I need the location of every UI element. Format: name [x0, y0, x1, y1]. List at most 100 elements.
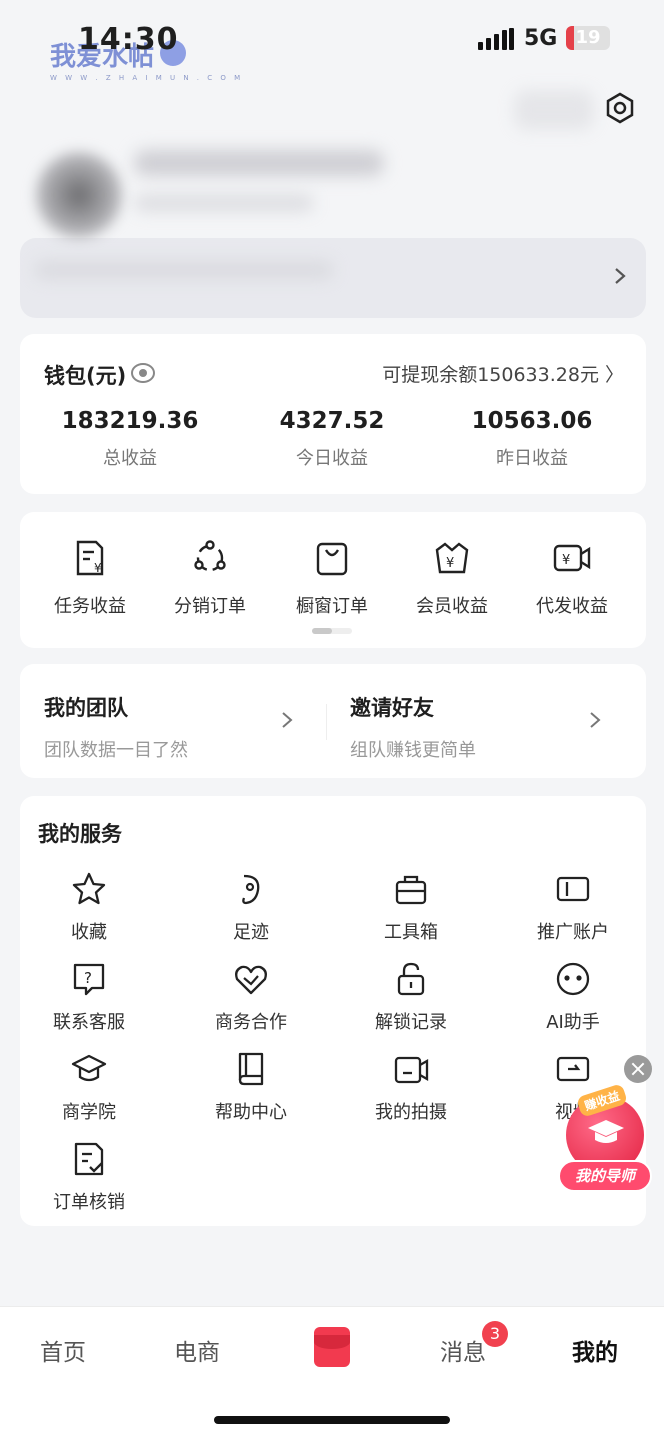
- avatar[interactable]: [34, 150, 124, 240]
- member-income-icon: ¥: [435, 542, 469, 574]
- shortcut-distribution[interactable]: 分销订单: [150, 538, 270, 618]
- service-ai-assistant[interactable]: AI助手: [498, 960, 648, 1034]
- service-unlock-records[interactable]: 解锁记录: [336, 960, 486, 1034]
- message-badge: 3: [482, 1321, 508, 1347]
- handshake-icon: [235, 965, 267, 995]
- service-label: 商务合作: [215, 1012, 287, 1033]
- service-label: 我的拍摄: [375, 1102, 447, 1123]
- team-card: 我的团队 团队数据一目了然 邀请好友 组队赚钱更简单: [20, 664, 646, 778]
- graduation-cap-icon: [71, 1054, 107, 1082]
- stat-yesterday-income[interactable]: 10563.06 昨日收益: [432, 408, 632, 470]
- star-icon: [72, 872, 106, 905]
- service-label: 工具箱: [384, 922, 438, 943]
- shortcut-label: 分销订单: [174, 596, 246, 617]
- service-toolbox[interactable]: 工具箱: [336, 870, 486, 944]
- invite-title: 邀请好友: [350, 696, 434, 720]
- service-footprint[interactable]: 足迹: [176, 870, 326, 944]
- battery-icon: 19: [566, 26, 610, 50]
- stat-label: 今日收益: [296, 448, 368, 469]
- stat-label: 总收益: [103, 448, 157, 469]
- ai-assistant-icon: [556, 962, 590, 996]
- invite-friends-entry[interactable]: 邀请好友 组队赚钱更简单: [350, 692, 476, 762]
- tab-me[interactable]: 我的: [572, 1333, 618, 1367]
- service-label: 帮助中心: [215, 1102, 287, 1123]
- home-indicator: [214, 1416, 450, 1424]
- promo-account-icon: [556, 876, 590, 902]
- stat-value: 4327.52: [279, 408, 385, 434]
- service-label: 足迹: [233, 922, 269, 943]
- service-help-center[interactable]: 帮助中心: [176, 1050, 326, 1124]
- stat-label: 昨日收益: [496, 448, 568, 469]
- profile-header[interactable]: [14, 70, 614, 310]
- chevron-right-icon[interactable]: [280, 710, 294, 730]
- red-envelope-icon[interactable]: [314, 1327, 350, 1367]
- shortcut-task-income[interactable]: ¥ 任务收益: [30, 538, 150, 618]
- network-type: 5G: [524, 26, 558, 51]
- gear-icon[interactable]: [604, 92, 636, 124]
- shortcut-label: 代发收益: [536, 596, 608, 617]
- service-business[interactable]: 商务合作: [176, 960, 326, 1034]
- wallet-card: 钱包(元) 可提现余额150633.28元 〉 183219.36 总收益 43…: [20, 334, 646, 494]
- team-subtitle: 团队数据一目了然: [44, 740, 188, 761]
- svg-text:¥: ¥: [94, 561, 102, 575]
- svg-text:¥: ¥: [446, 556, 454, 571]
- chevron-right-icon[interactable]: [588, 710, 602, 730]
- graduation-cap-icon: [588, 1120, 624, 1143]
- footprint-icon: [242, 874, 260, 905]
- shortcut-member-income[interactable]: ¥ 会员收益: [392, 538, 512, 618]
- service-label: AI助手: [546, 1012, 600, 1033]
- divider: [326, 704, 327, 740]
- service-label: 解锁记录: [375, 1012, 447, 1033]
- service-favorites[interactable]: 收藏: [14, 870, 164, 944]
- book-icon: [238, 1052, 264, 1086]
- service-label: 联系客服: [53, 1012, 125, 1033]
- close-icon[interactable]: [624, 1055, 652, 1083]
- chevron-right-icon[interactable]: [612, 266, 628, 286]
- shortcut-showcase-orders[interactable]: 橱窗订单: [272, 538, 392, 618]
- camera-icon: [394, 1056, 429, 1084]
- battery-level: 19: [575, 27, 601, 48]
- shortcut-delivery-income[interactable]: ¥ 代发收益: [512, 538, 632, 618]
- service-label: 订单核销: [53, 1192, 125, 1213]
- tab-home[interactable]: 首页: [40, 1333, 86, 1367]
- tab-ecommerce[interactable]: 电商: [174, 1333, 220, 1367]
- help-chat-icon: ?: [73, 963, 105, 996]
- service-label: 商学院: [62, 1102, 116, 1123]
- shortcut-label: 橱窗订单: [296, 596, 368, 617]
- shortcut-label: 任务收益: [54, 596, 126, 617]
- my-mentor-widget[interactable]: 赚收益 我的导师: [558, 1083, 652, 1194]
- unlock-icon: [397, 962, 425, 996]
- toolbox-icon: [395, 875, 427, 905]
- video-icon: [556, 1056, 590, 1082]
- shortcuts-card: ¥ 任务收益 分销订单 橱窗订单 ¥ 会员收益 ¥ 代发收益: [20, 512, 646, 648]
- eye-icon[interactable]: [130, 360, 156, 386]
- service-promo-account[interactable]: 推广账户: [498, 870, 648, 944]
- blurred-corner: [514, 90, 594, 130]
- stat-value: 183219.36: [61, 408, 199, 434]
- tab-messages[interactable]: 消息: [440, 1333, 486, 1367]
- service-my-shoots[interactable]: 我的拍摄: [336, 1050, 486, 1124]
- service-business-school[interactable]: 商学院: [14, 1050, 164, 1124]
- my-team-entry[interactable]: 我的团队 团队数据一目了然: [44, 692, 188, 762]
- service-order-verify[interactable]: 订单核销: [14, 1140, 164, 1214]
- stat-today-income[interactable]: 4327.52 今日收益: [232, 408, 432, 470]
- service-label: 收藏: [71, 922, 107, 943]
- wallet-title: 钱包(元): [44, 364, 127, 388]
- stat-value: 10563.06: [471, 408, 593, 434]
- my-mentor-button[interactable]: 我的导师: [558, 1160, 652, 1192]
- stat-total-income[interactable]: 183219.36 总收益: [30, 408, 230, 470]
- service-customer-support[interactable]: ? 联系客服: [14, 960, 164, 1034]
- video-income-icon: ¥: [553, 544, 591, 572]
- services-title: 我的服务: [38, 822, 122, 846]
- page-indicator: [312, 628, 352, 634]
- shortcut-label: 会员收益: [416, 596, 488, 617]
- signal-icon: [478, 28, 514, 50]
- order-verify-icon: [74, 1142, 104, 1176]
- status-time: 14:30: [78, 22, 179, 57]
- status-bar: 我爱水帖 W W W . Z H A I M U N . C O M 14:30…: [0, 0, 664, 82]
- withdrawable-balance-link[interactable]: 可提现余额150633.28元 〉: [382, 360, 624, 387]
- shopping-bag-icon: [316, 542, 348, 576]
- svg-text:¥: ¥: [562, 553, 570, 568]
- distribution-icon: [194, 540, 226, 572]
- svg-text:?: ?: [84, 969, 92, 987]
